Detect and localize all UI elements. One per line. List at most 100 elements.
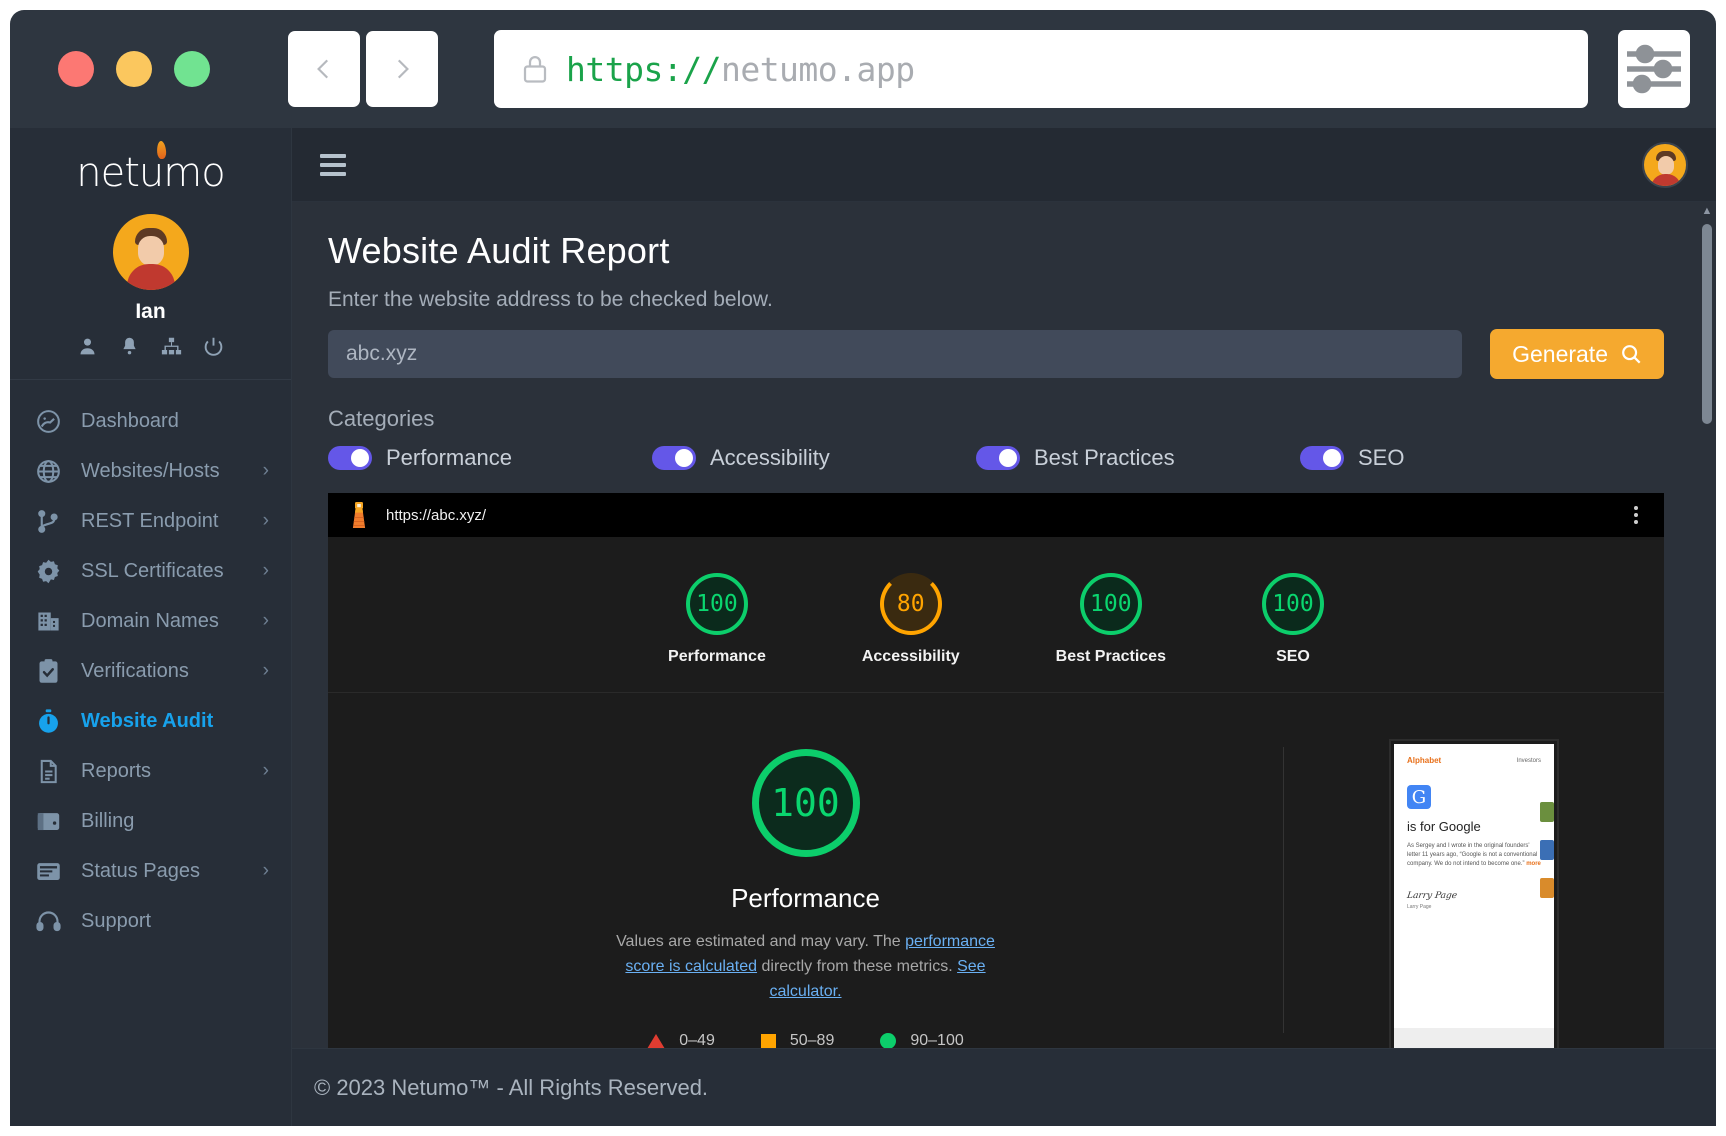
sidebar-item-websites-hosts[interactable]: Websites/Hosts › — [10, 446, 291, 496]
user-icon[interactable] — [77, 336, 98, 357]
app-viewport: netumo Ian Dashboard Websites/Hosts › RE… — [10, 128, 1716, 1126]
page-content: Website Audit Report Enter the website a… — [292, 202, 1698, 1048]
main-column: Website Audit Report Enter the website a… — [292, 128, 1716, 1126]
report-menu-button[interactable] — [1634, 506, 1646, 524]
chevron-right-icon: › — [262, 610, 269, 631]
url-text: https://netumo.app — [566, 50, 915, 89]
sidebar-item-reports[interactable]: Reports › — [10, 746, 291, 796]
sidebar-item-verifications[interactable]: Verifications › — [10, 646, 291, 696]
sidebar: netumo Ian Dashboard Websites/Hosts › RE… — [10, 128, 292, 1126]
browser-menu-button[interactable] — [1618, 30, 1690, 108]
categories-toggles: Performance Accessibility Best Practices — [328, 445, 1664, 471]
generate-button[interactable]: Generate — [1490, 329, 1664, 379]
close-window-button[interactable] — [58, 51, 94, 87]
navigation-buttons — [288, 31, 438, 107]
category-best-practices[interactable]: Best Practices — [976, 445, 1300, 471]
page-title: Website Audit Report — [328, 230, 670, 271]
website-address-input[interactable] — [328, 330, 1463, 378]
maximize-window-button[interactable] — [174, 51, 210, 87]
scroll-up-arrow[interactable]: ▲ — [1698, 202, 1716, 220]
category-seo[interactable]: SEO — [1300, 445, 1624, 471]
thumbnail-body: As Sergey and I wrote in the original fo… — [1407, 843, 1538, 867]
legend-item-average: 50–89 — [760, 1032, 834, 1048]
score-performance[interactable]: 100 Performance — [668, 573, 766, 666]
score-legend: 0–49 50–89 90–100 — [328, 1032, 1283, 1048]
category-accessibility[interactable]: Accessibility — [652, 445, 976, 471]
lock-icon — [523, 56, 547, 83]
legend-item-fail: 0–49 — [647, 1032, 715, 1048]
scrollbar-thumb[interactable] — [1702, 224, 1712, 424]
lighthouse-header: https://abc.xyz/ — [328, 493, 1664, 537]
score-gauge: 100 — [1079, 573, 1142, 635]
sidebar-nav: Dashboard Websites/Hosts › REST Endpoint… — [10, 390, 291, 1126]
sidebar-item-dashboard[interactable]: Dashboard — [10, 396, 291, 446]
toggle-best-practices[interactable] — [976, 446, 1020, 470]
performance-description: Values are estimated and may vary. The p… — [606, 930, 1006, 1004]
description-part-2: directly from these metrics. — [757, 957, 958, 975]
sidebar-item-label: Verifications — [81, 659, 189, 682]
score-name: Performance — [668, 648, 766, 665]
toggle-seo[interactable] — [1300, 446, 1344, 470]
forward-button[interactable] — [366, 31, 438, 107]
screenshot-panel: Alphabet Investors G is for Google As Se… — [1284, 737, 1664, 1048]
scroll-region: Website Audit Report Enter the website a… — [292, 202, 1716, 1048]
sidebar-item-rest-endpoint[interactable]: REST Endpoint › — [10, 496, 291, 546]
logo-text: netumo — [76, 150, 225, 196]
sidebar-item-website-audit[interactable]: Website Audit — [10, 696, 291, 746]
toggle-accessibility[interactable] — [652, 446, 696, 470]
badge-icon — [34, 557, 62, 585]
avatar[interactable] — [112, 214, 189, 290]
toggle-performance[interactable] — [328, 446, 372, 470]
bell-icon[interactable] — [119, 336, 140, 357]
performance-title: Performance — [731, 883, 880, 913]
url-host: netumo.app — [720, 49, 915, 89]
sidebar-item-support[interactable]: Support — [10, 896, 291, 946]
sitemap-icon[interactable] — [161, 336, 182, 357]
topbar-avatar[interactable] — [1642, 141, 1688, 188]
audit-form-section: Website Audit Report Enter the website a… — [292, 202, 1698, 1048]
sidebar-item-billing[interactable]: Billing — [10, 796, 291, 846]
category-label: Accessibility — [710, 445, 830, 470]
sidebar-item-domain-names[interactable]: Domain Names › — [10, 596, 291, 646]
lighthouse-report: https://abc.xyz/ 100 Performance 80 Acce… — [328, 493, 1664, 1048]
thumbnail-signature: Larry Page — [1406, 891, 1458, 901]
score-seo[interactable]: 100 SEO — [1261, 573, 1324, 666]
sidebar-item-status-pages[interactable]: Status Pages › — [10, 846, 291, 896]
chevron-left-icon — [317, 59, 329, 79]
sidebar-item-label: Billing — [81, 809, 135, 832]
lighthouse-icon — [352, 502, 366, 528]
brand-logo[interactable]: netumo — [10, 128, 291, 204]
browser-window: https://netumo.app netumo Ian Dashboard … — [10, 10, 1716, 1126]
score-gauge: 80 — [879, 573, 942, 635]
hamburger-icon[interactable] — [320, 153, 346, 176]
power-icon[interactable] — [203, 336, 224, 357]
legend-item-pass: 90–100 — [880, 1032, 964, 1048]
document-icon — [34, 757, 62, 785]
stopwatch-icon — [34, 707, 62, 735]
score-value: 80 — [896, 591, 925, 617]
sidebar-item-ssl-certificates[interactable]: SSL Certificates › — [10, 546, 291, 596]
category-performance[interactable]: Performance — [328, 445, 652, 471]
category-label: SEO — [1358, 445, 1405, 470]
score-value: 100 — [1272, 591, 1314, 617]
footer: © 2023 Netumo™ - All Rights Reserved. — [292, 1048, 1716, 1126]
thumbnail-nav: Investors — [1516, 757, 1541, 764]
building-icon — [34, 607, 62, 635]
chevron-right-icon: › — [262, 760, 269, 781]
sliders-icon — [1627, 44, 1681, 94]
page-screenshot-thumbnail: Alphabet Investors G is for Google As Se… — [1389, 739, 1559, 1048]
minimize-window-button[interactable] — [116, 51, 152, 87]
chevron-right-icon: › — [262, 860, 269, 881]
score-best-practices[interactable]: 100 Best Practices — [1056, 573, 1166, 666]
page-scrollbar[interactable]: ▲ — [1698, 202, 1716, 1048]
browser-chrome-bar: https://netumo.app — [10, 10, 1716, 128]
score-accessibility[interactable]: 80 Accessibility — [862, 573, 960, 666]
chevron-right-icon: › — [262, 560, 269, 581]
score-name: Best Practices — [1055, 648, 1166, 665]
address-bar[interactable]: https://netumo.app — [494, 30, 1588, 108]
sidebar-item-label: REST Endpoint — [81, 509, 219, 532]
thumbnail-more-link: more — [1526, 861, 1541, 867]
sidebar-item-label: Website Audit — [81, 709, 214, 732]
back-button[interactable] — [288, 31, 360, 107]
search-icon — [1622, 345, 1641, 364]
